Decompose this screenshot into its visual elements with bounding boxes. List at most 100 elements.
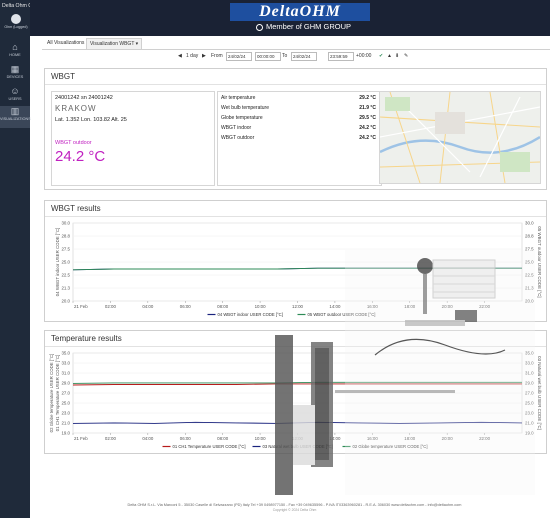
reading-row: Wet bulb temperature 21.9 °C	[221, 104, 376, 113]
location-map[interactable]	[379, 91, 541, 184]
ghm-logo-icon	[256, 23, 263, 31]
y-axis-label-left-2: 02 Globe temperature USER CODE [°C]	[49, 354, 54, 433]
x-tick-label: 10:00	[255, 436, 267, 441]
reading-label: Wet bulb temperature	[221, 105, 269, 111]
legend-label: 04 WBGT indoor USER CODE [°C]	[218, 312, 283, 317]
panel-title: WBGT	[51, 72, 75, 81]
sidebar-item-label: VISUALIZATIONS	[0, 117, 31, 121]
sidebar-item-users[interactable]: ☺ USERS	[0, 86, 30, 108]
map-graphic	[380, 92, 540, 183]
download-icon[interactable]: ⬇	[395, 51, 399, 61]
check-icon[interactable]: ✔	[379, 51, 383, 61]
reading-value: 24.2 °C	[359, 125, 376, 131]
y-tick-label-left: 29.0	[61, 381, 70, 386]
x-tick-label: 02:00	[105, 304, 117, 309]
copyright: Copyright © 2024 Delta Ohm	[272, 508, 317, 512]
y-tick-label-left: 21.0	[61, 421, 70, 426]
y-tick-label-left: 35.0	[61, 351, 70, 356]
reading-value: 29.5 °C	[359, 115, 376, 121]
reading-row: WBGT indoor 24.2 °C	[221, 124, 376, 133]
sidebar-item-label: DEVICES	[6, 75, 24, 79]
y-tick-label-left: 23.0	[61, 411, 70, 416]
timezone-select[interactable]: +00:00	[356, 51, 371, 61]
footer: Delta OHM S.r.L. Via Marconi 5 - 35030 C…	[127, 503, 462, 507]
brand-logo: DeltaOHM	[230, 3, 370, 21]
y-tick-label-left: 20.0	[61, 299, 70, 304]
y-tick-label-right: 28.8	[525, 234, 534, 239]
divider	[45, 84, 546, 85]
to-time-field[interactable]: 23:59:59	[328, 52, 354, 61]
devices-icon: ▦	[10, 64, 20, 74]
prev-icon[interactable]: ◀	[178, 51, 182, 61]
x-tick-label: 08:00	[217, 304, 229, 309]
weather-station-image	[275, 250, 535, 495]
reading-label: WBGT indoor	[221, 125, 252, 131]
users-icon: ☺	[10, 86, 20, 96]
station-card: 24001242 sn 24001242 KRAKOW Lat. 1.352 L…	[51, 91, 215, 186]
outdoor-value: 24.2 °C	[55, 148, 106, 165]
user-menu[interactable]: Ohm (Logged)	[4, 14, 28, 29]
tab-visualization-wbgt[interactable]: Visualization WBGT ▾	[86, 38, 143, 49]
member-label: Member of GHM GROUP	[266, 22, 352, 31]
station-id: 24001242 sn 24001242	[55, 95, 113, 101]
x-tick-label: 06:00	[180, 304, 192, 309]
from-date-field[interactable]: 24/02/24	[226, 52, 252, 61]
from-time-field[interactable]: 00:00:00	[255, 52, 281, 61]
y-tick-label-left: 25.0	[61, 260, 70, 265]
y-axis-label-right: 05 WBGT outdoor USER CODE [°C]	[537, 226, 542, 297]
x-tick-label: 04:00	[142, 436, 154, 441]
reading-row: WBGT outdoor 24.2 °C	[221, 134, 376, 143]
sidebar: Delta Ohm Cloud Ohm (Logged) ⌂ HOME ▦ DE…	[0, 0, 42, 518]
date-toolbar: ◀ 1 day ▶ From 24/02/24 00:00:00 To 24/0…	[178, 51, 428, 61]
alert-icon[interactable]: ▲	[387, 51, 392, 61]
y-tick-label-left: 30.0	[61, 221, 70, 226]
y-tick-label-left: 25.0	[61, 401, 70, 406]
reading-label: Globe temperature	[221, 115, 263, 121]
y-tick-label-left: 19.0	[61, 431, 70, 436]
to-date-field[interactable]: 24/02/24	[291, 52, 317, 61]
y-tick-label-left: 27.0	[61, 391, 70, 396]
x-tick-label: 21 Feb	[74, 304, 88, 309]
y-tick-label-left: 31.0	[61, 371, 70, 376]
sidebar-item-label: USERS	[8, 97, 22, 101]
x-tick-label: 08:00	[217, 436, 229, 441]
y-tick-label-left: 27.5	[61, 247, 70, 252]
chart-icon: ▥	[10, 106, 20, 116]
from-label: From	[211, 53, 223, 59]
to-label: To	[282, 53, 288, 59]
home-icon: ⌂	[12, 42, 18, 52]
x-tick-label: 02:00	[105, 436, 117, 441]
reading-label: WBGT outdoor	[221, 135, 255, 141]
y-tick-label-left: 22.5	[61, 273, 70, 278]
readings-card: Air temperature 29.2 °C Wet bulb temperat…	[217, 91, 382, 186]
reading-value: 24.2 °C	[359, 135, 376, 141]
reading-value: 29.2 °C	[359, 95, 376, 101]
member-text: Member of GHM GROUP	[256, 22, 351, 31]
range-select[interactable]: 1 day	[186, 51, 198, 61]
x-tick-label: 06:00	[180, 436, 192, 441]
y-tick-label-right: 30.0	[525, 221, 534, 226]
sidebar-item-visualizations[interactable]: ▥ VISUALIZATIONS	[0, 106, 31, 128]
y-axis-label-left: 01 CH1 Temperature USER CODE [°C]	[55, 355, 60, 432]
reading-row: Air temperature 29.2 °C	[221, 94, 376, 103]
x-tick-label: 04:00	[142, 304, 154, 309]
sidebar-item-devices[interactable]: ▦ DEVICES	[0, 64, 30, 86]
station-location: Lat. 1.352 Lon. 103.82 Alt. 25	[55, 117, 127, 123]
next-icon[interactable]: ▶	[202, 51, 206, 61]
legend-label: 01 CH1 Temperature USER CODE [°C]	[173, 444, 246, 449]
user-name: Ohm (Logged)	[4, 25, 28, 29]
sidebar-item-home[interactable]: ⌂ HOME	[0, 42, 30, 64]
tab-all-visualizations[interactable]: All Visualizations	[44, 38, 87, 48]
avatar	[11, 14, 21, 24]
x-tick-label: 21 Feb	[74, 436, 88, 441]
header: DeltaOHM Member of GHM GROUP	[30, 0, 550, 36]
wrench-icon[interactable]: ✎	[404, 51, 408, 61]
reading-value: 21.9 °C	[359, 105, 376, 111]
tab-bar: All Visualizations Visualization WBGT ▾	[42, 37, 550, 50]
reading-label: Air temperature	[221, 95, 256, 101]
y-axis-label-left: 04 WBGT indoor USER CODE [°C]	[55, 228, 60, 297]
y-tick-label-left: 33.0	[61, 361, 70, 366]
outdoor-label: WBGT outdoor	[55, 140, 92, 146]
y-tick-label-left: 28.8	[61, 234, 70, 239]
y-tick-label-left: 21.3	[61, 286, 70, 291]
